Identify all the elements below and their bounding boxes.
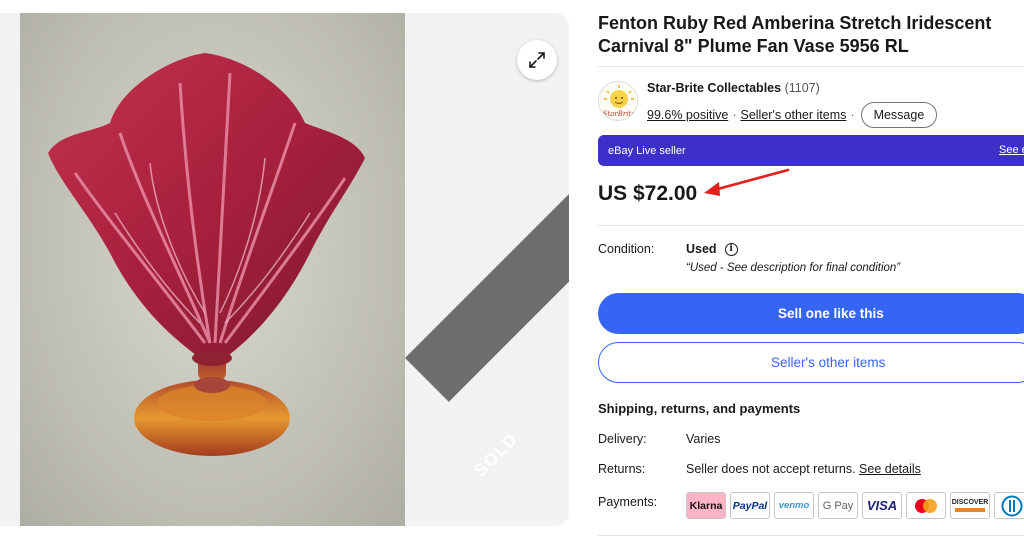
sold-banner — [405, 174, 569, 402]
condition-value: Used — [686, 242, 717, 256]
delivery-label: Delivery: — [598, 432, 647, 446]
divider — [598, 66, 1024, 67]
seller-logo-text: StarBrite — [603, 110, 636, 118]
payment-methods: Klarna PayPal venmo G Pay VISA DISCOVER — [686, 492, 1024, 519]
returns-see-details-link[interactable]: See details — [859, 462, 921, 476]
mastercard-badge — [906, 492, 946, 519]
info-icon[interactable]: i — [724, 242, 738, 256]
seller-positive-link[interactable]: 99.6% positive — [647, 108, 728, 122]
seller-links: 99.6% positive · Seller's other items · … — [647, 102, 938, 128]
discover-stripe — [955, 508, 985, 512]
condition-note: “Used - See description for final condit… — [686, 262, 901, 274]
shipping-section-heading: Shipping, returns, and payments — [598, 401, 801, 416]
seller-logo-image: StarBrite — [603, 85, 636, 118]
seller-avatar[interactable]: StarBrite — [598, 81, 638, 121]
image-gallery: SOLD — [0, 13, 569, 526]
listing-title: Fenton Ruby Red Amberina Stretch Iridesc… — [598, 13, 992, 56]
sell-one-like-this-button[interactable]: Sell one like this — [598, 293, 1024, 334]
mastercard-icon — [915, 498, 937, 513]
ebay-live-banner: eBay Live seller See e — [598, 135, 1024, 166]
returns-value-row: Seller does not accept returns. See deta… — [686, 462, 921, 476]
separator-dot: · — [732, 108, 737, 122]
paypal-badge: PayPal — [730, 492, 770, 519]
delivery-value: Varies — [686, 432, 721, 446]
discover-badge: DISCOVER — [950, 492, 990, 519]
item-price: US $72.00 — [598, 182, 698, 205]
sold-label: SOLD — [470, 429, 522, 481]
seller-other-items-link[interactable]: Seller's other items — [740, 108, 846, 122]
diners-club-icon — [1001, 495, 1023, 516]
klarna-badge: Klarna — [686, 492, 726, 519]
condition-label: Condition: — [598, 242, 655, 256]
discover-text: DISCOVER — [951, 499, 989, 506]
expand-icon — [529, 52, 545, 68]
visa-badge: VISA — [862, 492, 902, 519]
message-button[interactable]: Message — [860, 102, 938, 128]
divider — [598, 225, 1024, 226]
expand-button[interactable] — [517, 40, 557, 80]
annotation-arrow-icon — [704, 168, 790, 196]
seller-other-items-button[interactable]: Seller's other items — [598, 342, 1024, 383]
seller-feedback-count: (1107) — [784, 81, 820, 95]
ebay-live-link[interactable]: See e — [999, 144, 1024, 156]
divider — [598, 535, 1024, 536]
returns-value: Seller does not accept returns. — [686, 462, 856, 476]
diners-club-badge — [994, 492, 1024, 519]
google-pay-badge: G Pay — [818, 492, 858, 519]
seller-name[interactable]: Star-Brite Collectables — [647, 81, 781, 95]
condition-value-row: Used i — [686, 242, 738, 256]
product-photo[interactable] — [20, 13, 405, 526]
ebay-live-label: eBay Live seller — [608, 144, 686, 157]
returns-label: Returns: — [598, 462, 646, 476]
seller-name-line: Star-Brite Collectables (1107) — [647, 81, 820, 95]
payments-label: Payments: — [598, 495, 658, 509]
separator-dot: · — [850, 108, 855, 122]
venmo-badge: venmo — [774, 492, 814, 519]
